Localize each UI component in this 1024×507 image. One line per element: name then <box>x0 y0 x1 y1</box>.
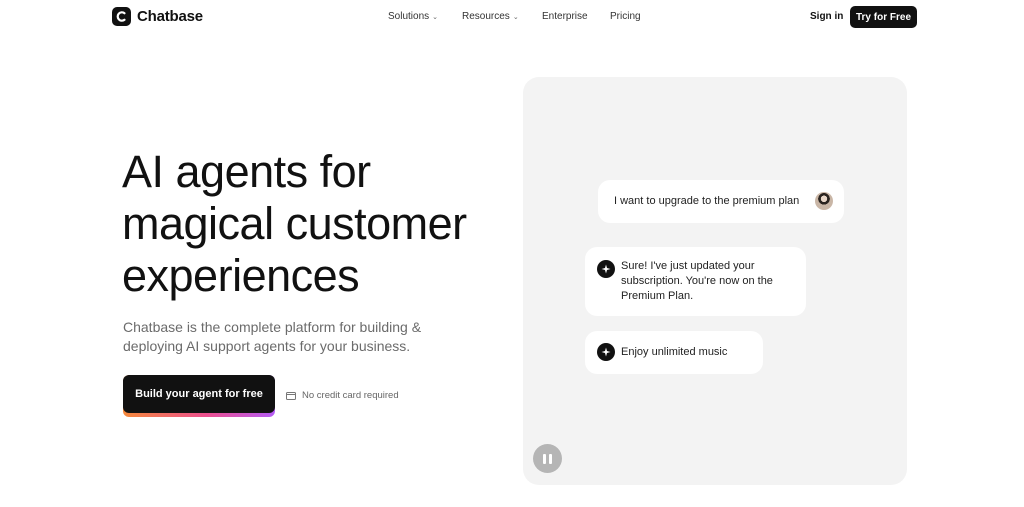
pause-icon <box>543 453 546 464</box>
credit-card-icon <box>286 391 296 400</box>
user-message-text: I want to upgrade to the premium plan <box>614 195 800 207</box>
hero-title-line: magical customer <box>122 198 467 249</box>
hero-subtitle: Chatbase is the complete platform for bu… <box>123 318 443 356</box>
pause-button[interactable] <box>533 444 562 473</box>
build-agent-button[interactable]: Build your agent for free <box>123 375 275 413</box>
cta-gradient-underline: Build your agent for free <box>123 375 275 417</box>
nav-label: Resources <box>462 11 510 22</box>
nav-pricing[interactable]: Pricing <box>610 11 641 22</box>
bot-message-text: Enjoy unlimited music <box>621 346 728 358</box>
hero-subtitle-line: Chatbase is the complete platform for bu… <box>123 319 422 335</box>
hero-title-line: AI agents for <box>122 146 371 197</box>
sign-in-link[interactable]: Sign in <box>810 11 843 22</box>
nav-resources[interactable]: Resources ⌄ <box>462 11 519 22</box>
sparkle-icon <box>597 343 615 361</box>
sparkle-icon <box>597 260 615 278</box>
chevron-down-icon: ⌄ <box>512 14 519 21</box>
bot-message-line: subscription. You're now on the <box>621 275 773 287</box>
bot-message-line: Sure! I've just updated your <box>621 260 755 272</box>
nav-label: Enterprise <box>542 11 588 22</box>
brand-logo[interactable]: Chatbase <box>112 7 203 26</box>
nav-label: Solutions <box>388 11 430 22</box>
chevron-down-icon: ⌄ <box>432 14 439 21</box>
no-credit-card-note: No credit card required <box>286 390 399 401</box>
try-for-free-button[interactable]: Try for Free <box>850 6 917 28</box>
nav-solutions[interactable]: Solutions ⌄ <box>388 11 438 22</box>
no-credit-card-text: No credit card required <box>302 390 399 401</box>
brand-name: Chatbase <box>137 8 203 25</box>
nav-enterprise[interactable]: Enterprise <box>542 11 588 22</box>
user-message-bubble: I want to upgrade to the premium plan <box>598 180 844 223</box>
user-avatar <box>815 192 833 210</box>
nav-label: Pricing <box>610 11 641 22</box>
bot-message-bubble: Sure! I've just updated your subscriptio… <box>585 247 806 316</box>
hero-subtitle-line: deploying AI support agents for your bus… <box>123 338 411 354</box>
chat-demo-panel: I want to upgrade to the premium plan Su… <box>523 77 907 485</box>
chatbase-logo-icon <box>112 7 131 26</box>
bot-message-line: Premium Plan. <box>621 290 694 302</box>
hero-title-line: experiences <box>122 250 360 301</box>
bot-message-bubble: Enjoy unlimited music <box>585 331 763 374</box>
pause-icon <box>549 453 552 464</box>
site-header: Chatbase Solutions ⌄ Resources ⌄ Enterpr… <box>0 0 1024 34</box>
hero-title: AI agents for magical customer experienc… <box>122 146 522 302</box>
bot-message-text: Sure! I've just updated your subscriptio… <box>621 259 792 304</box>
